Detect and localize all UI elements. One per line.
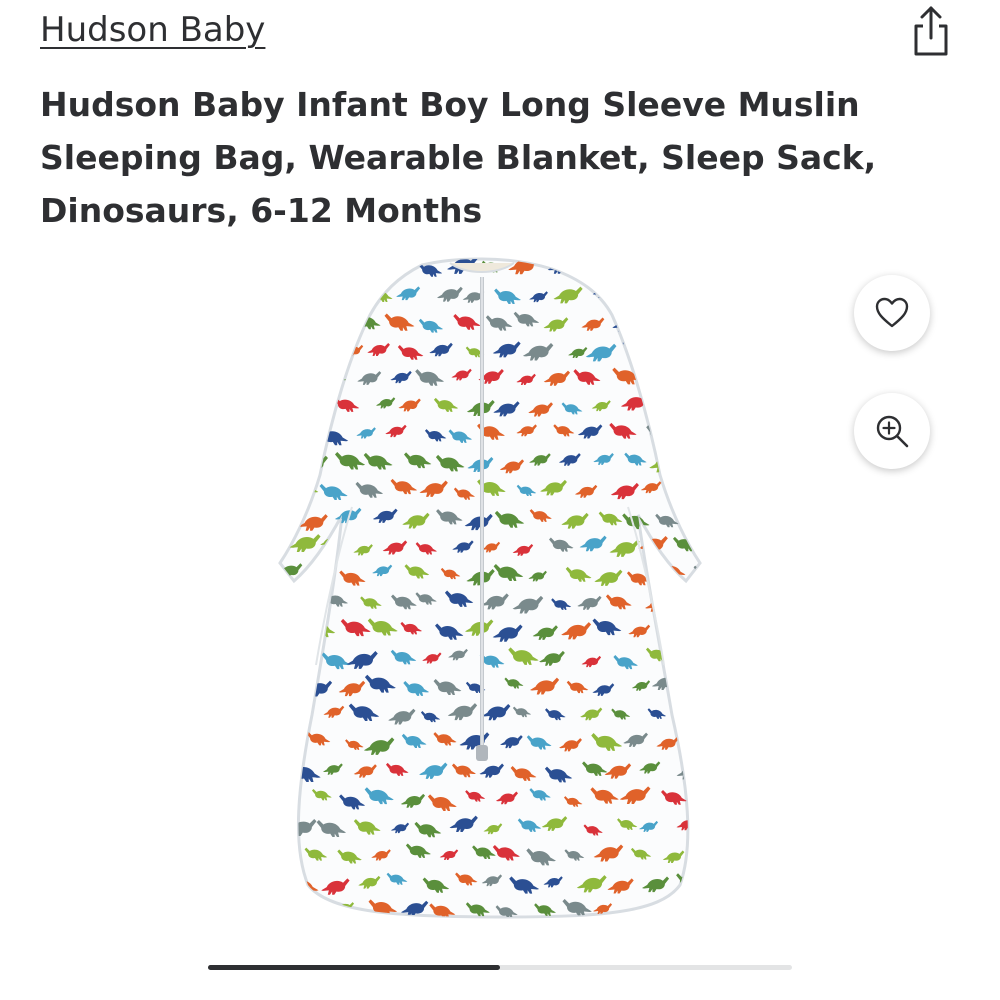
dinosaur-print xyxy=(689,845,700,858)
share-button[interactable] xyxy=(908,4,954,58)
dinosaur-print xyxy=(280,621,300,634)
dinosaur-print xyxy=(641,372,672,390)
dinosaur-print xyxy=(280,509,299,527)
dinosaur-print xyxy=(280,875,282,893)
dinosaur-print xyxy=(605,259,633,271)
dinosaur-print xyxy=(288,259,314,271)
dinosaur-print xyxy=(280,709,284,723)
dinosaur-print xyxy=(280,283,304,300)
zoom-button[interactable] xyxy=(854,393,930,469)
dinosaur-print xyxy=(280,681,303,699)
dinosaur-print xyxy=(651,399,677,414)
dinosaur-print xyxy=(280,793,293,805)
dinosaur-print xyxy=(315,367,347,385)
dinosaur-print xyxy=(258,261,279,273)
dinosaur-print xyxy=(280,344,300,362)
heart-icon xyxy=(875,297,909,328)
dinosaur-print xyxy=(290,371,317,387)
dinosaur-print xyxy=(281,702,312,721)
dinosaur-print xyxy=(691,733,700,749)
dinosaur-print xyxy=(673,484,696,497)
dinosaur-print xyxy=(256,650,275,661)
dinosaur-print xyxy=(309,396,330,408)
dinosaur-print xyxy=(280,456,301,474)
dinosaur-print xyxy=(689,397,700,415)
dinosaur-print xyxy=(285,429,315,447)
dinosaur-print xyxy=(280,900,306,917)
product-image[interactable] xyxy=(160,245,840,935)
dinosaur-print xyxy=(260,818,279,829)
dinosaur-print xyxy=(284,595,315,613)
dinosaur-print xyxy=(688,677,700,691)
dinosaur-print xyxy=(255,761,279,775)
dinosaur-print xyxy=(691,347,700,361)
dinosaur-print xyxy=(669,424,695,439)
dinosaur-print xyxy=(280,372,284,386)
dinosaur-print xyxy=(349,260,376,276)
dinosaur-print xyxy=(661,621,684,636)
favorite-button[interactable] xyxy=(854,275,930,351)
dinosaur-print xyxy=(658,903,680,916)
dinosaur-print xyxy=(581,261,603,274)
dinosaur-print xyxy=(659,344,685,360)
dinosaur-print xyxy=(642,316,661,328)
dinosaur-print xyxy=(338,283,362,298)
zoom-in-icon xyxy=(876,415,909,448)
dinosaur-print xyxy=(280,849,298,861)
dinosaur-print xyxy=(280,403,295,416)
dinosaur-print xyxy=(258,484,278,495)
dinosaur-print xyxy=(321,262,341,274)
dinosaur-print xyxy=(621,284,650,301)
dinosaur-print xyxy=(378,259,409,273)
dinosaur-print xyxy=(677,708,700,722)
dinosaur-print xyxy=(280,737,296,751)
brand-link[interactable]: Hudson Baby xyxy=(40,10,265,50)
dinosaur-print xyxy=(317,312,340,326)
dinosaur-print xyxy=(294,314,314,326)
dinosaur-print xyxy=(675,654,700,669)
dinosaur-print xyxy=(688,902,700,914)
carousel-progress-fill xyxy=(208,965,500,970)
dinosaur-print xyxy=(309,289,338,307)
dinosaur-print xyxy=(688,455,700,473)
dinosaur-print xyxy=(669,371,697,388)
dinosaur-print xyxy=(691,628,700,640)
product-title: Hudson Baby Infant Boy Long Sleeve Musli… xyxy=(40,85,877,230)
dinosaur-print xyxy=(689,288,700,300)
dinosaur-print xyxy=(280,315,286,334)
share-icon xyxy=(914,6,948,56)
dinosaur-print xyxy=(645,259,671,273)
dinosaur-print xyxy=(296,652,317,665)
dinosaur-print xyxy=(280,537,287,555)
dinosaur-print xyxy=(677,259,700,273)
dinosaur-print xyxy=(688,792,700,811)
image-carousel-progress xyxy=(208,965,792,970)
sleep-sack-illustration xyxy=(252,257,702,919)
dinosaur-print xyxy=(304,346,328,360)
dinosaur-print xyxy=(280,430,285,443)
dinosaur-print xyxy=(656,284,676,296)
dinosaur-print xyxy=(671,591,700,608)
dinosaur-print xyxy=(252,593,277,607)
dinosaur-print xyxy=(310,907,332,917)
dinosaur-print xyxy=(676,312,698,325)
dinosaur-print xyxy=(688,512,700,527)
